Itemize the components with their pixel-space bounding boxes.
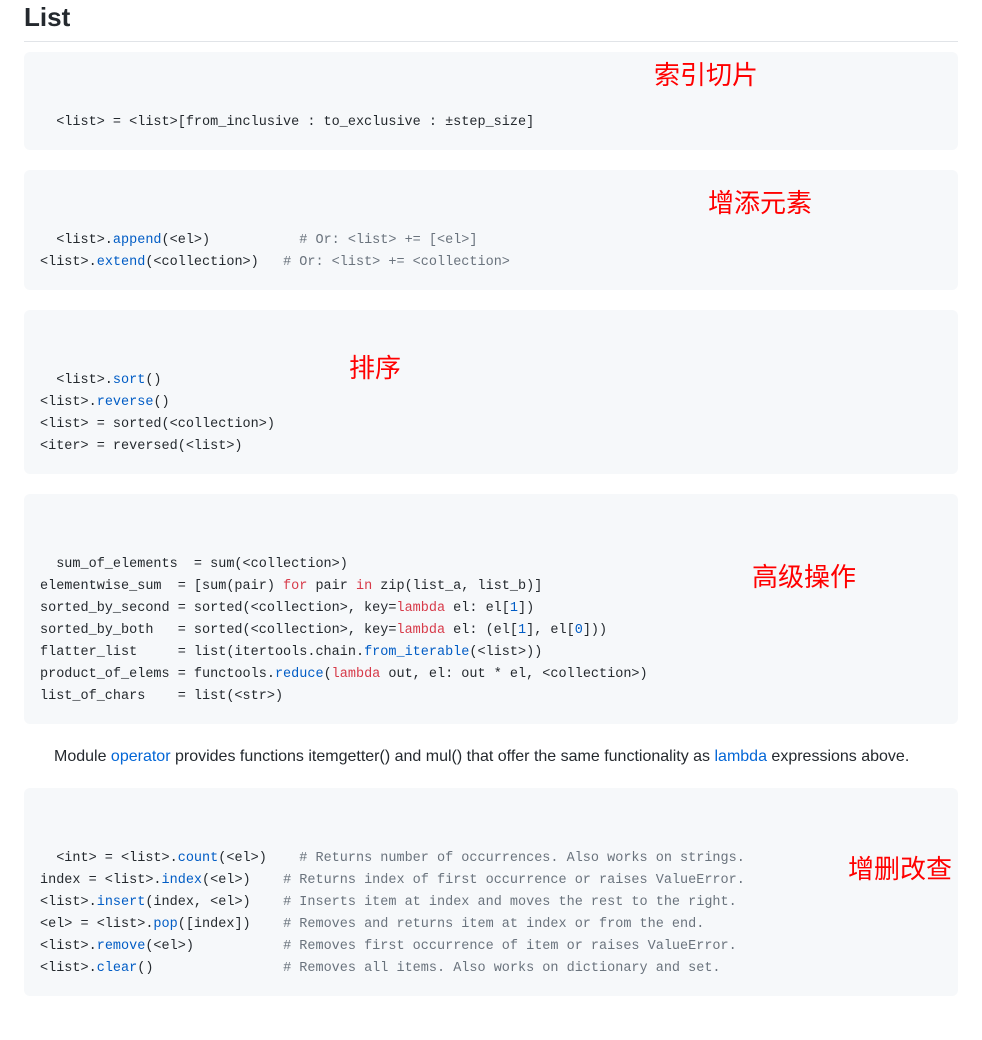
code-block-append: 增添元素 <list>.append(<el>) # Or: <list> +=… [24, 170, 958, 290]
code-block-slicing: 索引切片 <list> = <list>[from_inclusive : to… [24, 52, 958, 150]
code-block-sort: 排序 <list>.sort() <list>.reverse() <list>… [24, 310, 958, 474]
section-title: List [24, 0, 958, 42]
annotation-append: 增添元素 [708, 192, 812, 214]
note-text: Module [54, 748, 111, 765]
annotation-slicing: 索引切片 [654, 64, 758, 86]
annotation-crud: 增删改查 [848, 858, 952, 880]
code-block-advanced: 高级操作 sum_of_elements = sum(<collection>)… [24, 494, 958, 724]
code-block-crud: 增删改查 <int> = <list>.count(<el>) # Return… [24, 788, 958, 996]
note-text: provides functions itemgetter() and mul(… [171, 748, 715, 765]
operator-link[interactable]: operator [111, 748, 171, 765]
annotation-advanced: 高级操作 [752, 566, 856, 588]
module-note: Module operator provides functions itemg… [54, 744, 958, 770]
lambda-link[interactable]: lambda [714, 748, 766, 765]
note-text: expressions above. [767, 748, 909, 765]
annotation-sort: 排序 [349, 357, 401, 379]
